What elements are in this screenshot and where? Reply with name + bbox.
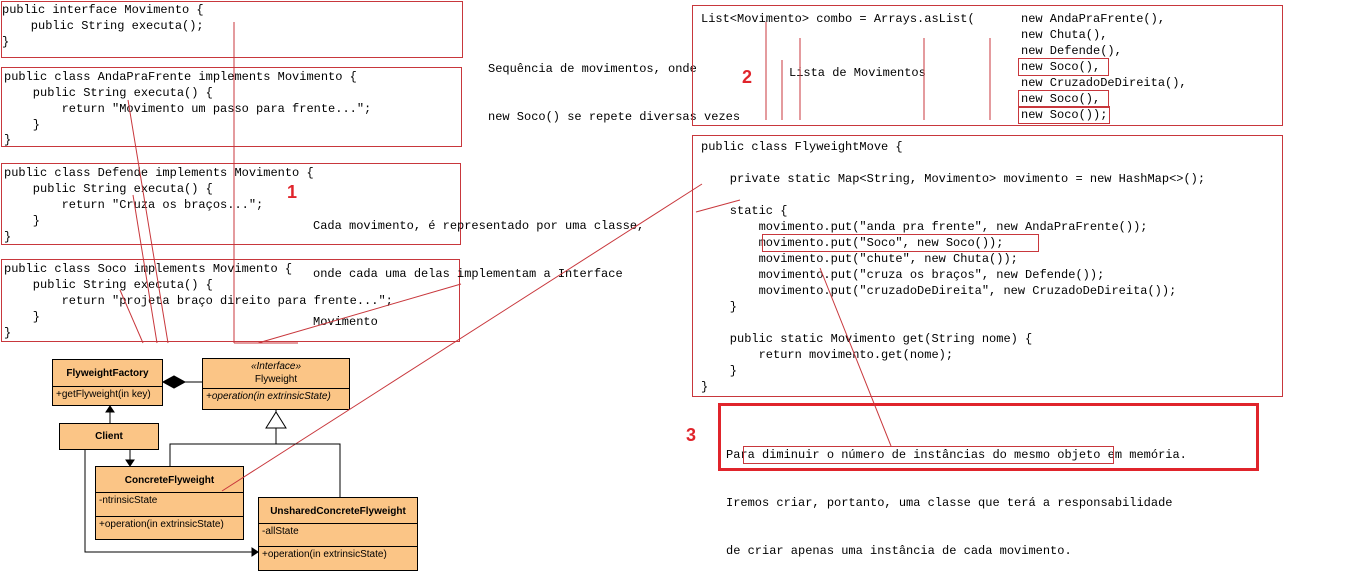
connector-line: [132, 194, 158, 344]
uml-composition-diamond: [161, 375, 187, 389]
connector-line: [819, 267, 892, 447]
connector-line: [127, 99, 169, 344]
connector-line: [695, 199, 741, 213]
connector-line: [119, 289, 144, 344]
connector-overlay: [84, 22, 991, 557]
connector-line: [221, 183, 703, 492]
uml-arrowhead: [125, 459, 135, 467]
uml-generalization-triangle: [265, 411, 287, 429]
connector-line: [257, 283, 462, 344]
uml-generalization: [276, 443, 341, 497]
uml-arrowhead: [105, 405, 115, 413]
uml-arrowhead: [251, 547, 259, 557]
uml-generalization: [169, 428, 277, 466]
uml-dependency: [84, 450, 258, 553]
